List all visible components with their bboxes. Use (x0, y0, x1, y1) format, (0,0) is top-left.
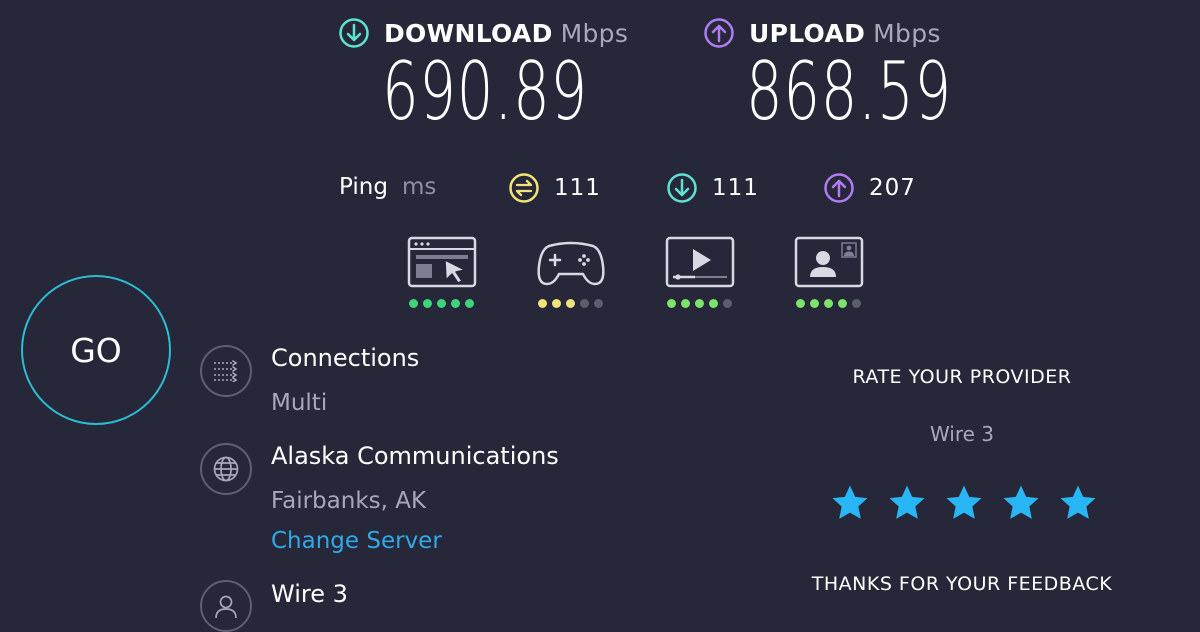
star-icon[interactable] (1001, 483, 1041, 523)
quality-gaming (535, 236, 607, 308)
globe-icon (213, 456, 239, 482)
rating-dot (681, 299, 690, 308)
arrow-up-circle-icon (704, 18, 734, 48)
rating-dot (594, 299, 603, 308)
star-icon[interactable] (830, 483, 870, 523)
rating-dot (552, 299, 561, 308)
change-server-link[interactable]: Change Server (271, 528, 442, 554)
rate-provider-name: Wire 3 (929, 422, 995, 446)
quality-streaming (665, 236, 735, 308)
rating-dot (838, 299, 847, 308)
ping-download: 111 (666, 172, 759, 204)
rating-dot (580, 299, 589, 308)
download-unit: Mbps (560, 18, 629, 48)
ping-label: Ping (339, 174, 388, 200)
ping-download-icon (667, 173, 697, 203)
connections-value[interactable]: Multi (271, 390, 327, 416)
go-label: GO (70, 330, 122, 370)
video-play-icon (665, 236, 735, 288)
download-label: DOWNLOAD (384, 18, 553, 48)
quality-video-calls (794, 236, 864, 308)
ping-unit: ms (401, 174, 437, 200)
rating-dot (423, 299, 432, 308)
ping-upload-icon (824, 173, 854, 203)
ping-download-value: 111 (712, 175, 759, 201)
gamepad-icon (537, 241, 605, 286)
upload-unit: Mbps (873, 18, 941, 48)
ping-idle-value: 111 (554, 175, 601, 201)
globe-icon-ring (200, 443, 252, 495)
rating-dot (409, 299, 418, 308)
go-button[interactable]: GO (21, 275, 171, 425)
feedback-thanks: THANKS FOR YOUR FEEDBACK (811, 573, 1113, 595)
star-icon[interactable] (1058, 483, 1098, 523)
quality-browsing-rating (409, 299, 477, 308)
rating-dot (566, 299, 575, 308)
rating-dot (538, 299, 547, 308)
quality-streaming-rating (667, 299, 735, 308)
user-icon (215, 595, 237, 619)
video-call-icon (794, 236, 864, 288)
upload-label: UPLOAD (749, 18, 866, 48)
rating-dot (695, 299, 704, 308)
quality-gaming-rating (538, 299, 607, 308)
ping-upload-value: 207 (869, 175, 916, 201)
rating-dot (810, 299, 819, 308)
server-location: Fairbanks, AK (271, 488, 427, 514)
rating-stars (830, 483, 1098, 523)
star-icon[interactable] (944, 483, 984, 523)
server-title: Alaska Communications (271, 442, 559, 470)
upload-value: 868.59 (746, 45, 952, 138)
quality-browsing (407, 236, 477, 308)
star-icon[interactable] (887, 483, 927, 523)
rating-dot (723, 299, 732, 308)
arrow-down-circle-icon (339, 18, 369, 48)
rating-dot (437, 299, 446, 308)
rate-heading: RATE YOUR PROVIDER (852, 366, 1072, 388)
rating-dot (709, 299, 718, 308)
rating-dot (451, 299, 460, 308)
rating-dot (796, 299, 805, 308)
ping-upload: 207 (823, 172, 916, 204)
ping-idle: 111 (508, 172, 601, 204)
download-value: 690.89 (382, 45, 588, 138)
rating-dot (852, 299, 861, 308)
rating-dot (465, 299, 474, 308)
browser-cursor-icon (407, 236, 477, 288)
ping-idle-icon (509, 173, 539, 203)
rating-dot (824, 299, 833, 308)
quality-video-calls-rating (796, 299, 864, 308)
rating-dot (667, 299, 676, 308)
ping-label-group: Ping ms (339, 174, 436, 200)
